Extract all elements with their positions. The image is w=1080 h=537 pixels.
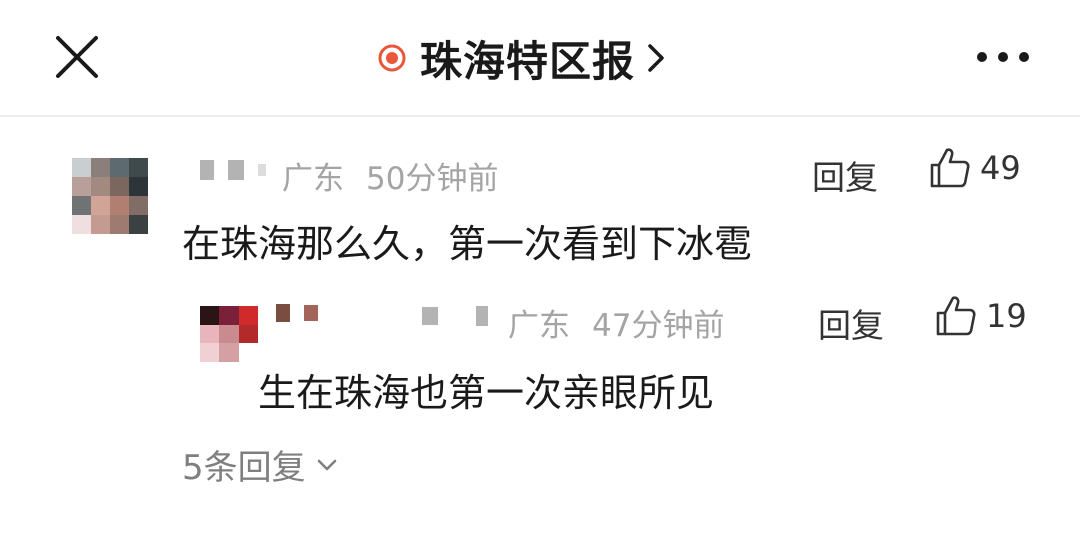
reply-like-count: 19 — [986, 297, 1027, 335]
more-button[interactable] — [970, 40, 1036, 74]
comment-time: 50分钟前 — [366, 161, 499, 197]
like-button[interactable]: 49 — [928, 146, 1021, 190]
close-button[interactable] — [52, 32, 102, 82]
chevron-right-icon — [648, 44, 664, 72]
top-bar: 珠海特区报 — [0, 0, 1080, 117]
reply-reply-button[interactable]: 回复 — [818, 299, 884, 347]
reply-username-redacted[interactable] — [276, 304, 318, 322]
reply-avatar[interactable] — [200, 306, 258, 362]
reply-button[interactable]: 回复 — [812, 151, 878, 199]
comment-location: 广东 — [282, 161, 344, 197]
comment-meta: 广东 50分钟前 — [282, 153, 498, 198]
thumbs-up-icon[interactable] — [928, 146, 972, 190]
username-redacted[interactable] — [200, 160, 266, 180]
more-horizontal-icon[interactable] — [970, 40, 1036, 74]
account-title-link[interactable]: 珠海特区报 — [378, 28, 667, 88]
like-count: 49 — [980, 149, 1021, 187]
close-icon[interactable] — [52, 32, 102, 82]
more-replies-label: 5条回复 — [182, 448, 306, 488]
reply-like-button[interactable]: 19 — [934, 294, 1027, 338]
chevron-down-icon — [317, 459, 336, 470]
reply-time: 47分钟前 — [592, 308, 725, 344]
more-replies-button[interactable]: 5条回复 — [182, 440, 338, 489]
reply-meta: 广东 47分钟前 — [508, 300, 724, 345]
page-title: 珠海特区报 — [420, 36, 636, 86]
live-dot-icon — [378, 44, 406, 72]
reply-text: 生在珠海也第一次亲眼所见 — [258, 371, 715, 415]
reply-location: 广东 — [508, 308, 570, 344]
avatar[interactable] — [72, 158, 148, 234]
thumbs-up-icon[interactable] — [934, 294, 978, 338]
comment-text: 在珠海那么久，第一次看到下冰雹 — [182, 222, 753, 266]
reply-username-redacted-2[interactable] — [422, 306, 488, 326]
